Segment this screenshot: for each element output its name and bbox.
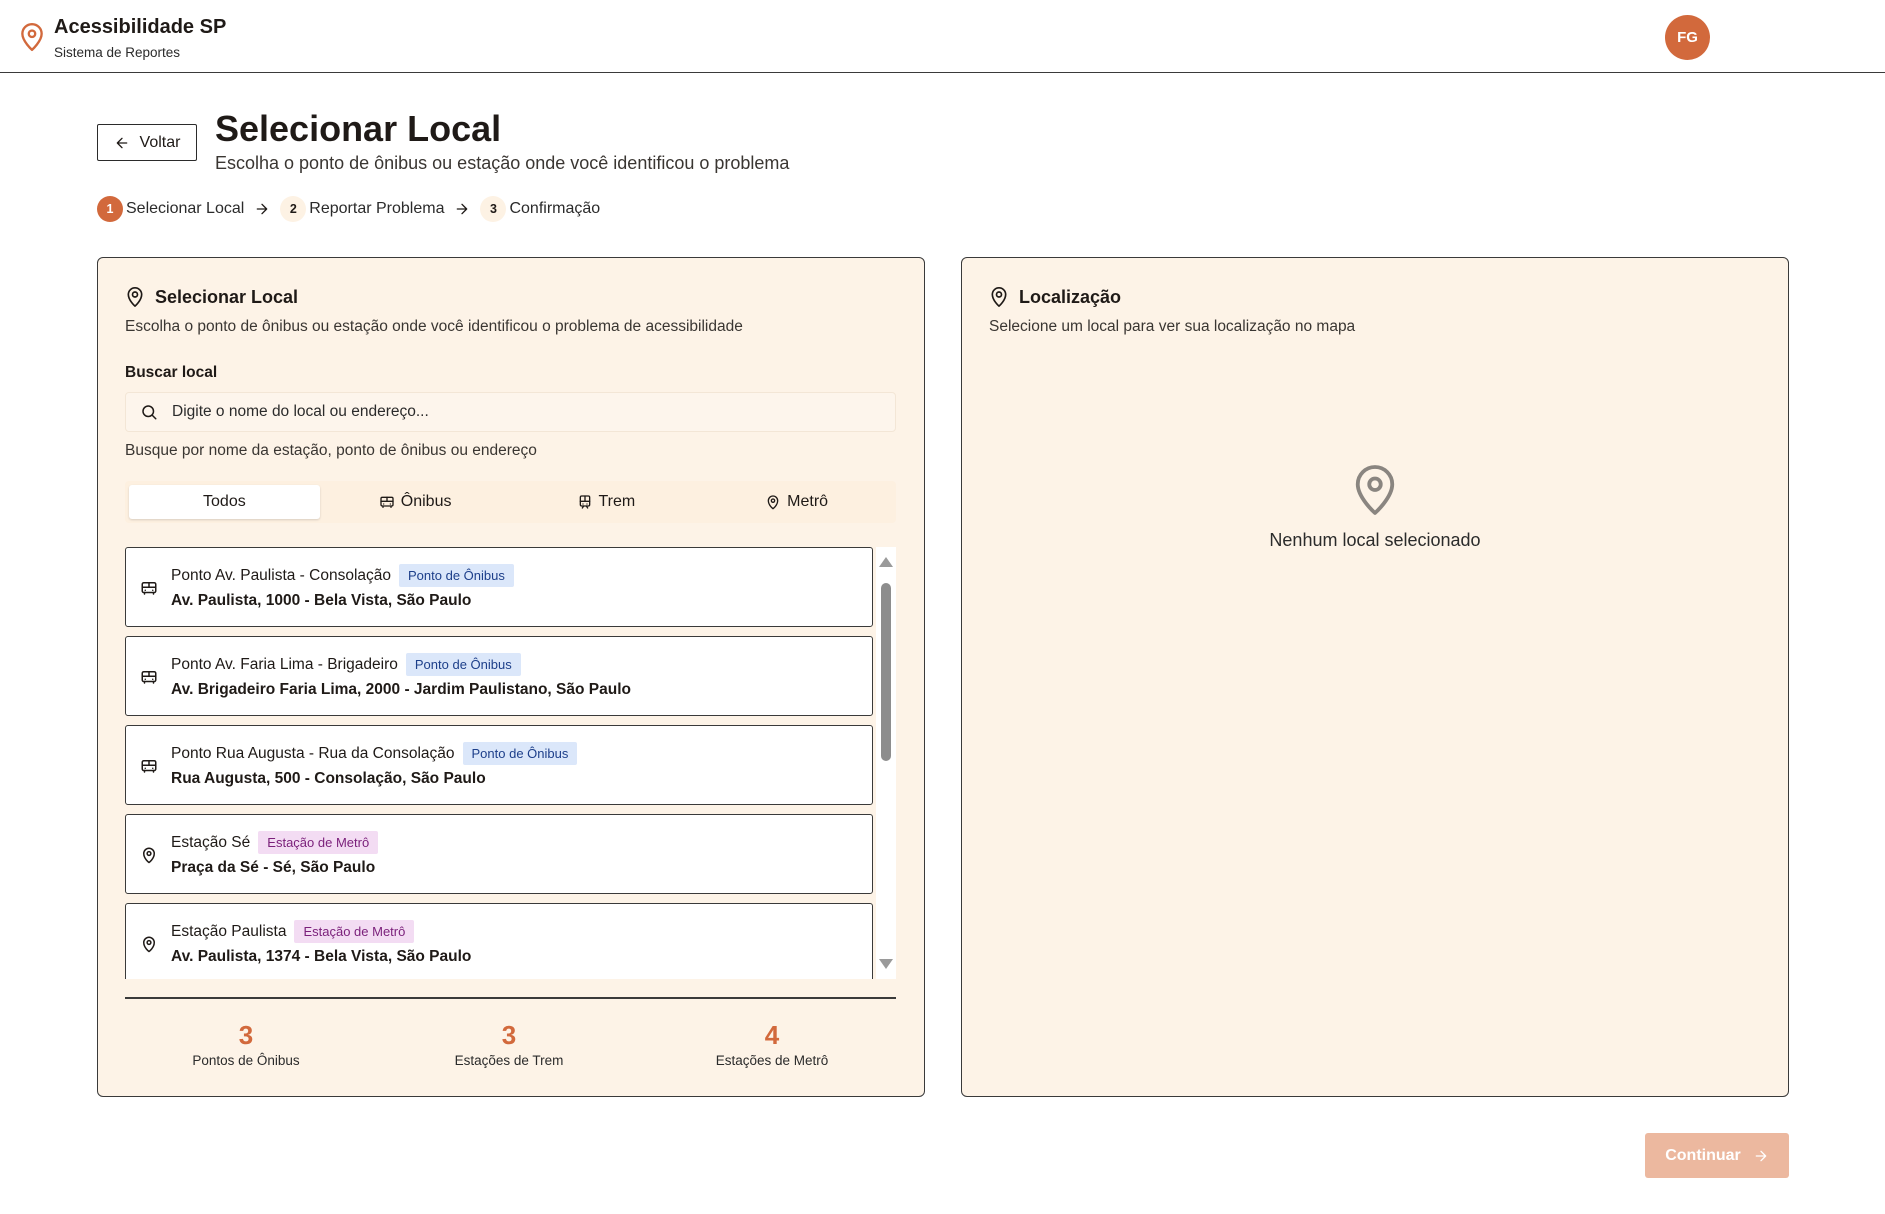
step-3-label: Confirmação: [509, 200, 601, 217]
arrow-left-icon: [116, 137, 127, 148]
filter-tab-label: Metrô: [787, 493, 829, 510]
location-address: Rua Augusta, 500 - Consolação, São Paulo: [171, 770, 486, 787]
filter-tab-label: Trem: [598, 493, 636, 510]
location-name-row: Ponto Av. Faria Lima - Brigadeiro Ponto …: [171, 653, 521, 676]
stat-label: Pontos de Ônibus: [192, 1053, 300, 1068]
map-pin-icon: [127, 287, 143, 307]
card-description: Escolha o ponto de ônibus ou estação ond…: [125, 318, 743, 335]
search-input[interactable]: [172, 403, 872, 421]
app-title: Acessibilidade SP: [54, 16, 227, 38]
card-title: Selecionar Local: [125, 286, 298, 308]
continue-button-label: Continuar: [1665, 1146, 1741, 1164]
location-name-row: Ponto Rua Augusta - Rua da Consolação Po…: [171, 742, 578, 765]
empty-state-text: Nenhum local selecionado: [1269, 530, 1481, 550]
stat-value: 4: [764, 1020, 780, 1050]
step-3-number: 3: [480, 196, 507, 222]
app-subtitle: Sistema de Reportes: [54, 45, 181, 60]
location-item[interactable]: Estação Sé Estação de Metrô Praça da Sé …: [125, 814, 873, 894]
filter-tabs: Todos Ônibus Trem Metrô: [125, 481, 896, 523]
card-description: Selecione um local para ver sua localiza…: [989, 318, 1356, 335]
filter-tab-trem[interactable]: Trem: [511, 485, 702, 519]
location-item[interactable]: Ponto Av. Faria Lima - Brigadeiro Ponto …: [125, 636, 873, 716]
card-title-text: Localização: [1019, 286, 1122, 307]
step-1-label: Selecionar Local: [126, 200, 245, 217]
filter-tab-label: Ônibus: [400, 493, 452, 510]
search-hint: Busque por nome da estação, ponto de ôni…: [125, 442, 537, 459]
bus-icon: [380, 496, 394, 508]
location-type-badge: Estação de Metrô: [258, 831, 379, 854]
location-type-badge: Ponto de Ônibus: [405, 653, 521, 676]
location-name-row: Estação Paulista Estação de Metrô: [171, 920, 415, 943]
search-icon: [142, 405, 157, 420]
location-type-badge: Estação de Metrô: [294, 920, 415, 943]
map-pin-icon: [767, 495, 779, 510]
empty-state: Nenhum local selecionado: [962, 463, 1788, 551]
location-item[interactable]: Estação Paulista Estação de Metrô Av. Pa…: [125, 903, 873, 979]
stat-metro-stations: 4 Estações de Metrô: [672, 1020, 872, 1068]
location-name: Ponto Rua Augusta - Rua da Consolação: [171, 744, 455, 762]
page-subtitle: Escolha o ponto de ônibus ou estação ond…: [215, 153, 790, 173]
search-box[interactable]: [125, 392, 896, 432]
list-scrollbar[interactable]: [876, 547, 896, 979]
step-1-number: 1: [97, 196, 123, 222]
bus-icon: [141, 671, 157, 684]
select-location-card: Selecionar Local Escolha o ponto de ônib…: [97, 257, 925, 1097]
filter-tab-metro[interactable]: Metrô: [701, 485, 892, 519]
location-item[interactable]: Ponto Av. Paulista - Consolação Ponto de…: [125, 547, 873, 627]
back-button[interactable]: Voltar: [97, 124, 197, 161]
location-name: Estação Paulista: [171, 922, 287, 940]
stat-bus-stops: 3 Pontos de Ônibus: [146, 1020, 346, 1068]
arrow-right-icon: [457, 203, 468, 215]
filter-tab-onibus[interactable]: Ônibus: [320, 485, 511, 519]
stat-value: 3: [501, 1020, 517, 1050]
scroll-thumb[interactable]: [881, 583, 891, 761]
bus-icon: [141, 760, 157, 773]
bus-icon: [141, 582, 157, 595]
card-title: Localização: [989, 286, 1121, 308]
location-list: Ponto Av. Paulista - Consolação Ponto de…: [125, 547, 896, 979]
location-type-badge: Ponto de Ônibus: [399, 564, 514, 587]
filter-tab-label: Todos: [203, 493, 246, 510]
location-item[interactable]: Ponto Rua Augusta - Rua da Consolação Po…: [125, 725, 873, 805]
location-name-row: Ponto Av. Paulista - Consolação Ponto de…: [171, 564, 514, 587]
location-name: Ponto Av. Faria Lima - Brigadeiro: [171, 655, 398, 673]
top-bar: Acessibilidade SP Sistema de Reportes FG: [0, 0, 1885, 73]
step-2-label: Reportar Problema: [309, 200, 445, 217]
stat-value: 3: [238, 1020, 254, 1050]
location-address: Av. Brigadeiro Faria Lima, 2000 - Jardim…: [171, 681, 631, 698]
location-type-badge: Ponto de Ônibus: [462, 742, 578, 765]
page-title: Selecionar Local: [215, 108, 502, 149]
map-pin-icon: [143, 847, 155, 864]
map-pin-icon: [1355, 465, 1395, 515]
scroll-up-arrow[interactable]: [879, 557, 893, 567]
location-name: Estação Sé: [171, 833, 251, 851]
map-pin-icon: [21, 22, 43, 52]
user-avatar[interactable]: FG: [1665, 15, 1710, 60]
arrow-right-icon: [256, 203, 268, 215]
card-title-text: Selecionar Local: [155, 286, 299, 307]
scroll-down-arrow[interactable]: [879, 959, 893, 969]
stats-divider: [125, 997, 896, 999]
filter-tab-todos[interactable]: Todos: [129, 485, 320, 519]
back-button-label: Voltar: [139, 133, 181, 151]
continue-button[interactable]: Continuar: [1645, 1133, 1789, 1178]
location-map-card: Localização Selecione um local para ver …: [961, 257, 1789, 1097]
arrow-right-icon: [1755, 1150, 1767, 1161]
stat-train-stations: 3 Estações de Trem: [409, 1020, 609, 1068]
location-name: Ponto Av. Paulista - Consolação: [171, 566, 392, 584]
map-pin-icon: [991, 287, 1007, 307]
stepper: 1 Selecionar Local 2 Reportar Problema 3…: [97, 196, 600, 222]
location-address: Praça da Sé - Sé, São Paulo: [171, 859, 376, 876]
stat-label: Estações de Metrô: [715, 1053, 829, 1068]
stat-label: Estações de Trem: [454, 1053, 564, 1068]
map-pin-icon: [143, 936, 155, 953]
location-name-row: Estação Sé Estação de Metrô: [171, 831, 379, 854]
location-address: Av. Paulista, 1374 - Bela Vista, São Pau…: [171, 948, 472, 965]
search-label: Buscar local: [125, 364, 218, 381]
step-2-number: 2: [280, 196, 307, 222]
train-icon: [579, 495, 590, 509]
location-address: Av. Paulista, 1000 - Bela Vista, São Pau…: [171, 592, 472, 609]
